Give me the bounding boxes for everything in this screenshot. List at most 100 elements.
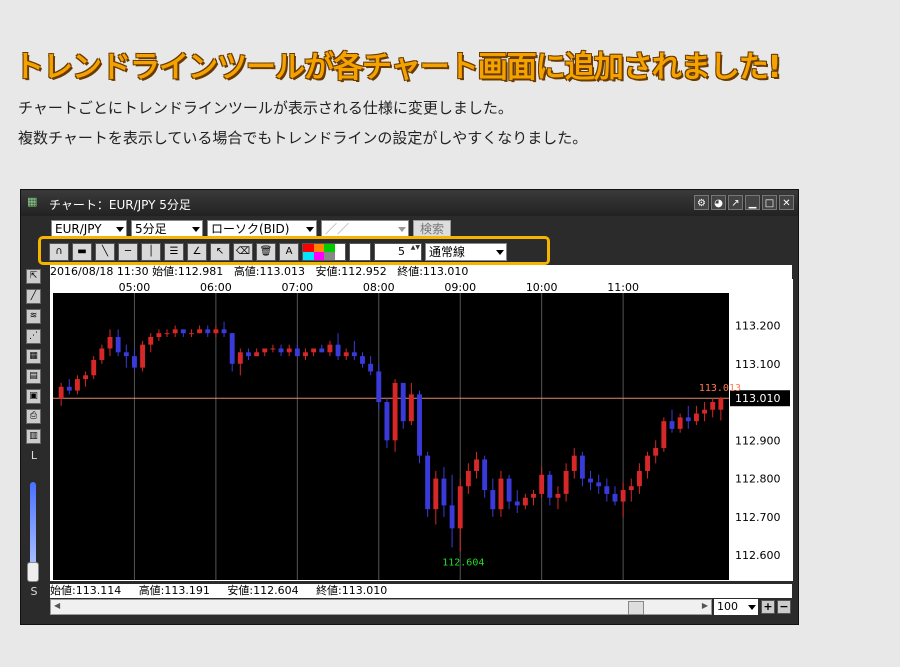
candle-body	[514, 501, 520, 506]
info-high: 高値:113.013	[233, 265, 306, 278]
candle-body	[205, 329, 211, 334]
grid-icon[interactable]: ▤	[26, 369, 41, 384]
print-icon[interactable]: ⎙	[26, 409, 41, 424]
maximize-icon[interactable]: □	[762, 195, 777, 210]
line-color-icon[interactable]: ▬	[72, 243, 92, 261]
candle-body	[661, 421, 667, 448]
chevron-down-icon	[192, 227, 200, 232]
gear-icon[interactable]: ⚙	[694, 195, 709, 210]
bottom-open: 始値:113.114	[50, 584, 122, 597]
current-price-label: 113.010	[735, 392, 781, 405]
table-icon[interactable]: ▦	[26, 349, 41, 364]
candle-body	[579, 455, 585, 479]
window-title: チャート：EUR/JPY 5分足	[49, 198, 191, 212]
popout-icon[interactable]: ↗	[728, 195, 743, 210]
text-tool-icon[interactable]: A	[279, 243, 299, 261]
candle-body	[270, 348, 276, 350]
candle-body	[718, 398, 724, 410]
palette-swatch[interactable]	[303, 252, 314, 260]
candle-body	[547, 474, 553, 498]
candle-body	[360, 356, 365, 364]
fibonacci-icon[interactable]: ☰	[164, 243, 184, 261]
x-tick-label: 11:00	[607, 281, 639, 294]
trendline-icon[interactable]: ╱	[26, 289, 41, 304]
horizontal-line-icon[interactable]: ─	[118, 243, 138, 261]
candle-body	[693, 413, 699, 422]
chart-app-icon: ▦	[27, 195, 38, 208]
x-tick-label: 05:00	[119, 281, 151, 294]
candle-body	[74, 379, 80, 391]
zoom-large-label: L	[30, 449, 38, 462]
candle-body	[172, 329, 178, 334]
candle-body	[180, 329, 186, 334]
line-style-select[interactable]: 通常線	[425, 243, 507, 261]
vertical-line-icon[interactable]: │	[141, 243, 161, 261]
eraser-icon[interactable]: ⌫	[233, 243, 253, 261]
channel-icon[interactable]: ∠	[187, 243, 207, 261]
scroll-thumb[interactable]	[628, 601, 644, 615]
zoom-out-icon[interactable]: −	[777, 600, 791, 614]
trendline-toolbar: ∩ ▬ ╲ ─ │ ☰ ∠ ↖ ⌫ 🗑 A 5 通常線	[49, 242, 507, 262]
candle-body	[91, 359, 97, 376]
candle-body	[319, 348, 325, 353]
candle-body	[58, 386, 64, 399]
close-icon[interactable]: ✕	[779, 195, 794, 210]
candle-body	[237, 352, 243, 364]
note-icon[interactable]: ▣	[26, 389, 41, 404]
scroll-right-icon[interactable]: ▶	[702, 601, 708, 610]
palette-swatch[interactable]	[324, 244, 335, 252]
palette-icon[interactable]: ◕	[711, 195, 726, 210]
chevron-down-icon	[398, 227, 406, 232]
magnet-icon[interactable]: ∩	[49, 243, 69, 261]
horizontal-scrollbar[interactable]: ◀ ▶	[50, 599, 712, 615]
palette-swatch[interactable]	[324, 252, 335, 260]
candle-body	[115, 337, 121, 353]
candle-body	[132, 356, 137, 368]
palette-swatch[interactable]	[334, 252, 345, 260]
window-titlebar[interactable]: ▦ チャート：EUR/JPY 5分足 ⚙ ◕ ↗ ▁ □ ✕	[21, 190, 798, 216]
description-line-1: チャートごとにトレンドラインツールが表示される仕様に変更しました。	[18, 99, 513, 117]
pointer-icon[interactable]: ↖	[210, 243, 230, 261]
fib-icon[interactable]: ≋	[26, 309, 41, 324]
side-toolbar: ⇱ ╱ ≋ ⋰ ▦ ▤ ▣ ⎙ ▥ L	[26, 269, 42, 462]
candle-body	[376, 371, 382, 403]
selected-color-swatch[interactable]	[349, 243, 371, 261]
palette-swatch[interactable]	[313, 244, 324, 252]
candle-body	[653, 447, 659, 456]
trash-icon[interactable]: 🗑	[256, 243, 276, 261]
candle-body	[327, 344, 333, 353]
zoom-value: 100	[717, 600, 738, 613]
x-tick-label: 08:00	[363, 281, 395, 294]
zoom-in-icon[interactable]: +	[761, 600, 775, 614]
candle-body	[563, 470, 569, 494]
candle-body	[123, 352, 129, 357]
minimize-icon[interactable]: ▁	[745, 195, 760, 210]
trendline-icon[interactable]: ╲	[95, 243, 115, 261]
x-tick-label: 09:00	[444, 281, 476, 294]
zoom-select[interactable]: 100	[714, 599, 758, 615]
candle-body	[335, 344, 341, 357]
channel-icon[interactable]: ⋰	[26, 329, 41, 344]
bottom-high: 高値:113.191	[138, 584, 210, 597]
info-datetime: 2016/08/18 11:30	[50, 265, 149, 278]
candle-body	[588, 478, 593, 483]
save-icon[interactable]: ▥	[26, 429, 41, 444]
palette-swatch[interactable]	[303, 244, 314, 252]
chart-type-value: ローソク(BID)	[211, 222, 290, 236]
palette-swatch[interactable]	[313, 252, 324, 260]
palette-swatch[interactable]	[334, 244, 345, 252]
candle-body	[392, 382, 398, 441]
zoom-slider-handle[interactable]	[27, 562, 39, 582]
candle-body	[628, 486, 634, 491]
cursor-icon[interactable]: ⇱	[26, 269, 41, 284]
candle-body	[449, 505, 455, 529]
date-value: ／／	[325, 222, 350, 236]
line-width-stepper[interactable]: 5	[374, 243, 422, 261]
candle-body	[506, 478, 512, 502]
scroll-left-icon[interactable]: ◀	[54, 601, 60, 610]
candle-body	[677, 417, 683, 429]
chart-plot-area[interactable]: 05:00 06:00 07:00 08:00 09:00 10:00 11:00 113.2…	[50, 279, 793, 581]
candlestick-chart[interactable]: 05:00 06:00 07:00 08:00 09:00 10:00 11:00 113.2…	[50, 279, 793, 581]
candle-body	[148, 337, 154, 345]
color-palette[interactable]	[302, 243, 346, 261]
